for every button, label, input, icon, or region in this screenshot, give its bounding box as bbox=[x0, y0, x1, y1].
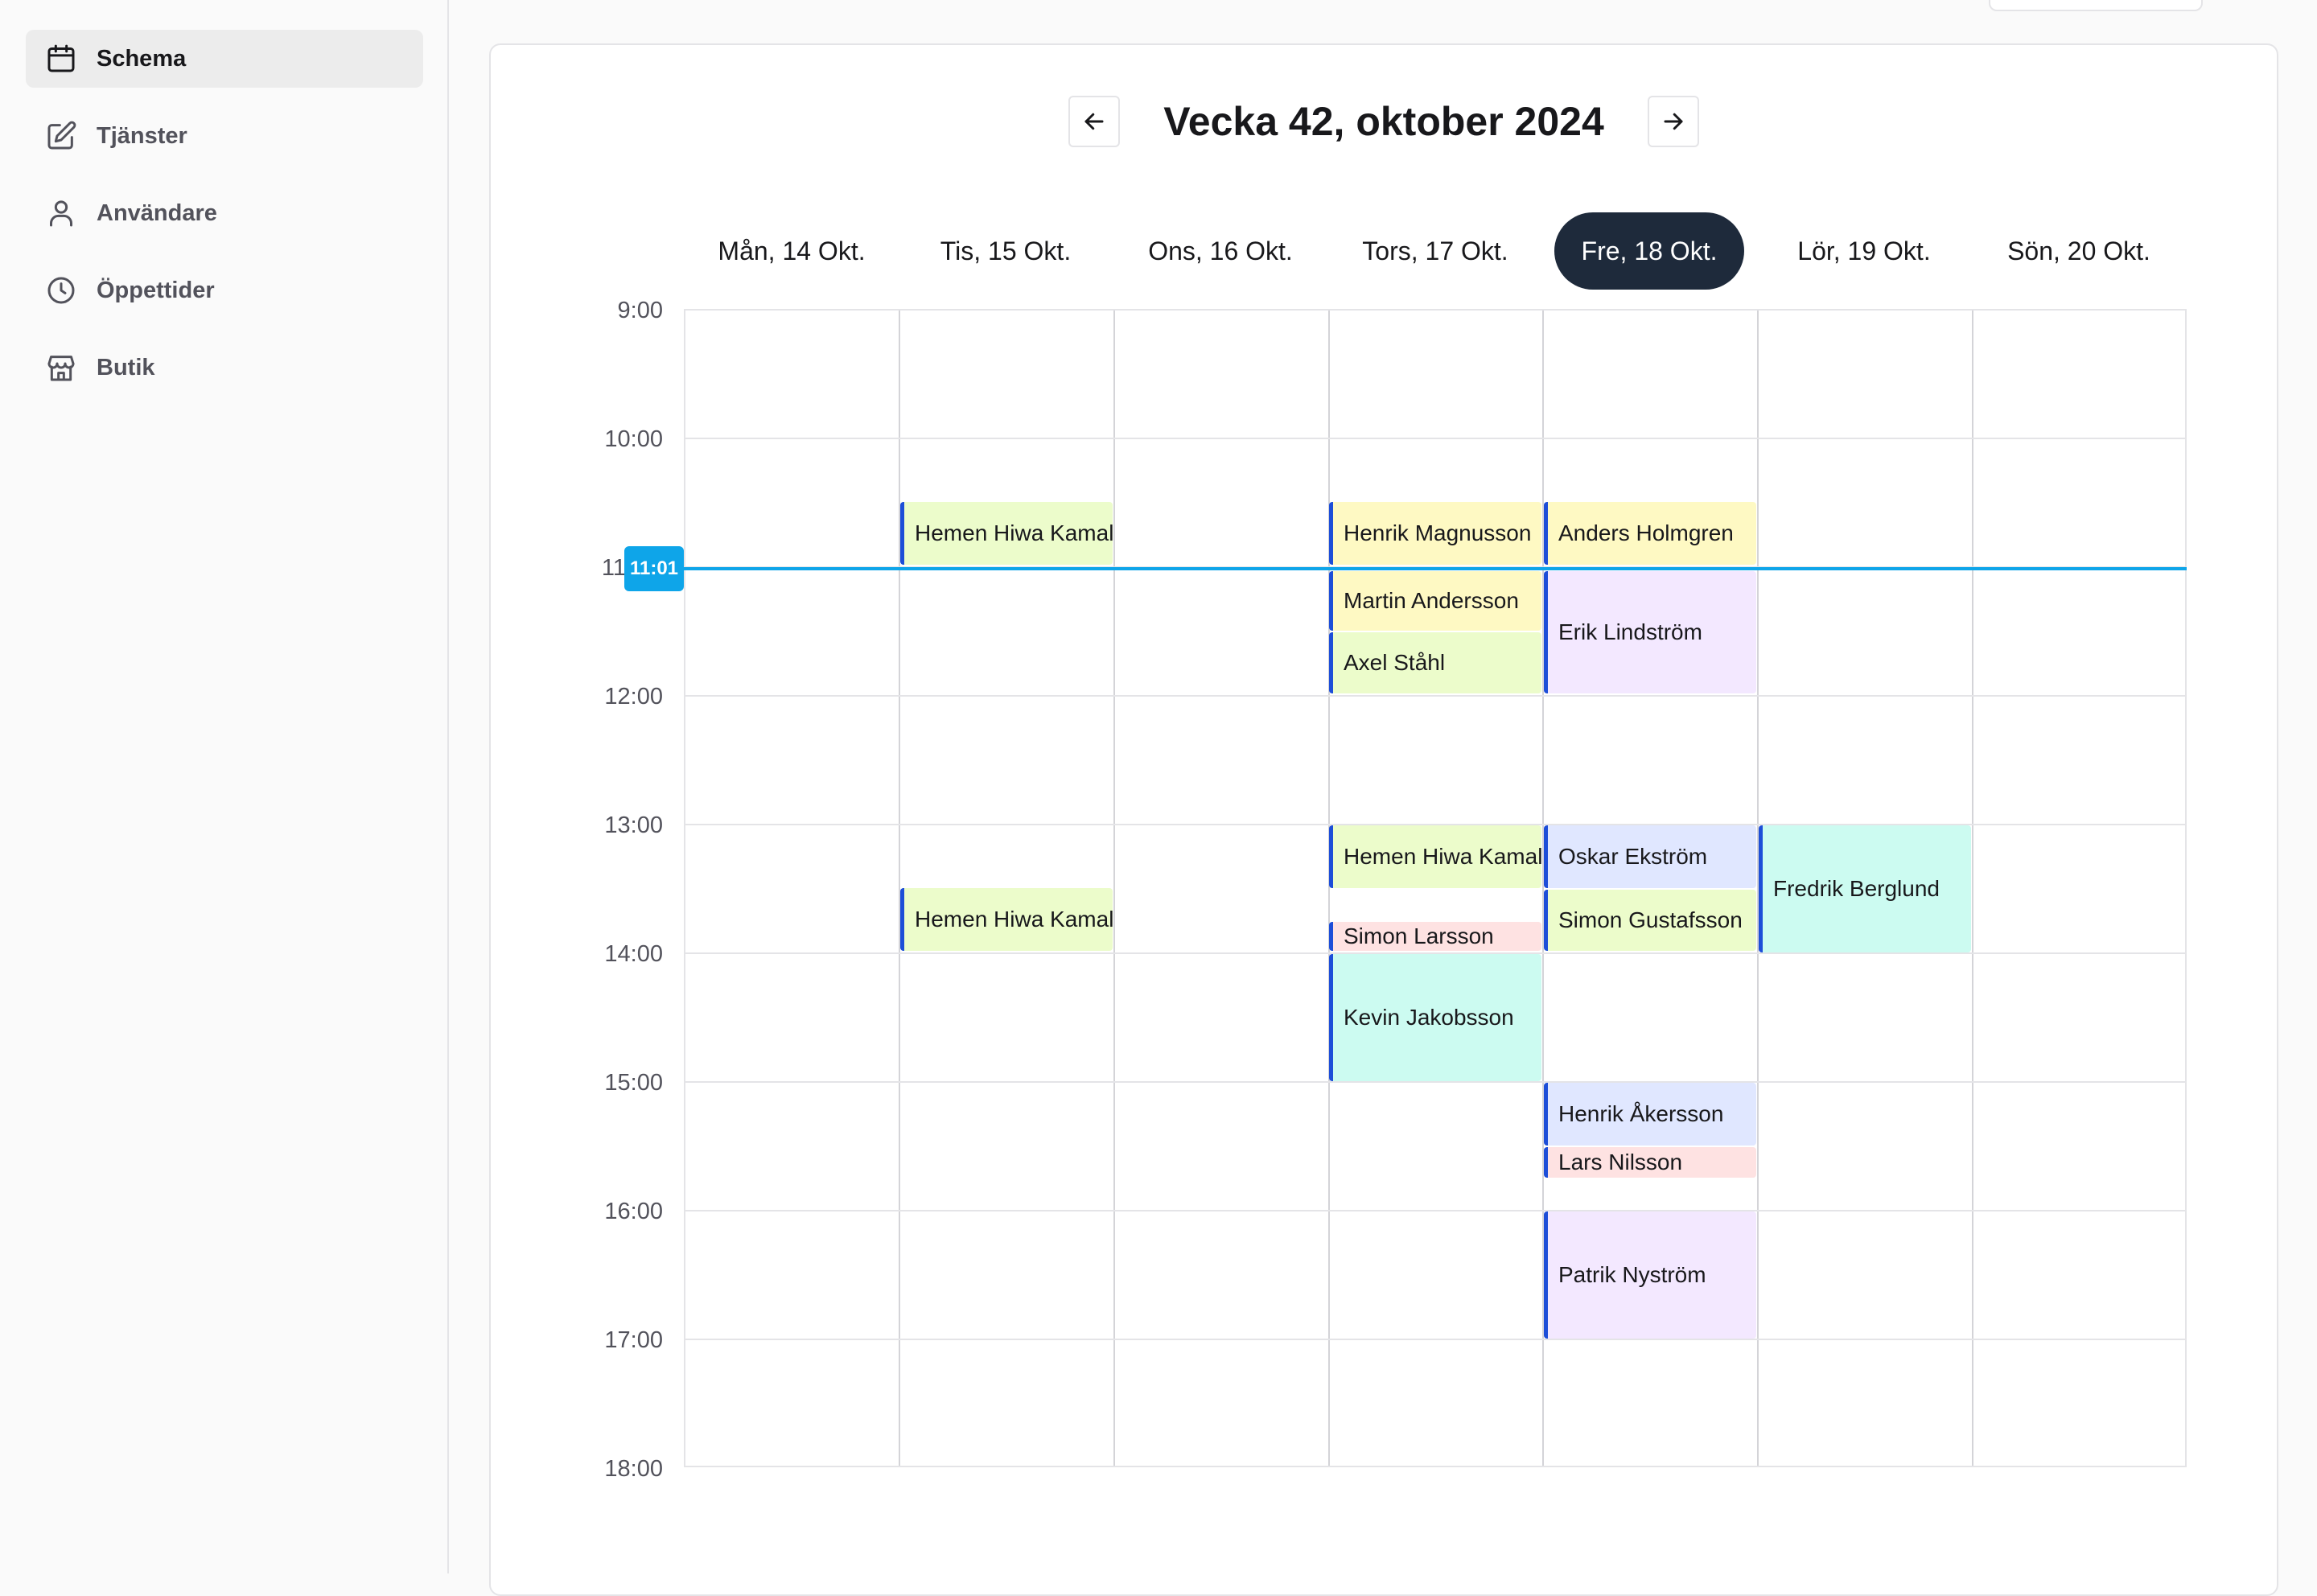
day-header-mon[interactable]: Mån, 14 Okt. bbox=[697, 212, 887, 290]
hour-label: 14:00 bbox=[604, 941, 663, 967]
next-week-button[interactable] bbox=[1648, 96, 1699, 147]
sidebar-item-label: Butik bbox=[97, 354, 155, 380]
appointment-event[interactable]: Hemen Hiwa Kamal bbox=[900, 888, 1113, 951]
sidebar-item-label: Öppettider bbox=[97, 277, 215, 303]
hour-label: 12:00 bbox=[604, 684, 663, 710]
appointment-event[interactable]: Henrik Magnusson bbox=[1329, 502, 1541, 565]
header-control-partial[interactable] bbox=[1989, 0, 2203, 11]
grid-hour-line bbox=[685, 1210, 2185, 1211]
hour-label: 16:00 bbox=[604, 1199, 663, 1224]
appointment-event[interactable]: Lars Nilsson bbox=[1544, 1147, 1756, 1178]
hour-label: 11 bbox=[601, 555, 626, 581]
sidebar-item-label: Tjänster bbox=[97, 122, 187, 149]
appointment-event[interactable]: Hemen Hiwa Kamal bbox=[1329, 825, 1541, 888]
grid-hour-line bbox=[685, 1339, 2185, 1340]
grid-hour-line bbox=[685, 695, 2185, 697]
calendar-icon bbox=[45, 43, 77, 75]
sidebar-item-schema[interactable]: Schema bbox=[26, 30, 423, 88]
hour-label: 17:00 bbox=[604, 1327, 663, 1353]
sidebar: Schema Tjänster Användare Öppettider But… bbox=[0, 0, 449, 1573]
appointment-event[interactable]: Henrik Åkersson bbox=[1544, 1083, 1756, 1146]
week-title: Vecka 42, oktober 2024 bbox=[1163, 99, 1604, 144]
current-time-line bbox=[684, 567, 2187, 570]
sidebar-item-anvandare[interactable]: Användare bbox=[26, 184, 423, 242]
hour-label: 9:00 bbox=[617, 298, 663, 323]
grid-hour-line bbox=[685, 1081, 2185, 1083]
arrow-left-icon bbox=[1082, 109, 1106, 134]
appointment-event[interactable]: Anders Holmgren bbox=[1544, 502, 1756, 565]
day-header-sat[interactable]: Lör, 19 Okt. bbox=[1769, 212, 1959, 290]
appointment-event[interactable]: Patrik Nyström bbox=[1544, 1211, 1756, 1339]
sidebar-item-oppettider[interactable]: Öppettider bbox=[26, 261, 423, 319]
current-time-badge: 11:01 bbox=[624, 546, 684, 591]
appointment-event[interactable]: Simon Larsson bbox=[1329, 922, 1541, 951]
day-header-tue[interactable]: Tis, 15 Okt. bbox=[911, 212, 1101, 290]
appointment-event[interactable]: Erik Lindström bbox=[1544, 571, 1756, 693]
sidebar-item-tjanster[interactable]: Tjänster bbox=[26, 107, 423, 165]
day-header-sun[interactable]: Sön, 20 Okt. bbox=[1984, 212, 2174, 290]
hour-label: 18:00 bbox=[604, 1456, 663, 1482]
hour-label: 13:00 bbox=[604, 812, 663, 838]
sidebar-item-label: Användare bbox=[97, 200, 217, 226]
grid-column-line bbox=[1972, 311, 1973, 1466]
grid-column-line bbox=[1328, 311, 1330, 1466]
appointment-event[interactable]: Oskar Ekström bbox=[1544, 825, 1756, 888]
appointment-event[interactable]: Kevin Jakobsson bbox=[1329, 954, 1541, 1081]
sidebar-item-butik[interactable]: Butik bbox=[26, 339, 423, 397]
edit-icon bbox=[45, 120, 77, 152]
sidebar-item-label: Schema bbox=[97, 45, 187, 72]
clock-icon bbox=[45, 274, 77, 306]
appointment-event[interactable]: Axel Ståhl bbox=[1329, 632, 1541, 693]
day-header-wed[interactable]: Ons, 16 Okt. bbox=[1126, 212, 1315, 290]
grid-hour-line bbox=[685, 438, 2185, 439]
day-header-thu[interactable]: Tors, 17 Okt. bbox=[1340, 212, 1530, 290]
grid-column-line bbox=[899, 311, 900, 1466]
appointment-event[interactable]: Simon Gustafsson bbox=[1544, 890, 1756, 951]
appointment-event[interactable]: Martin Andersson bbox=[1329, 571, 1541, 631]
hour-label: 10:00 bbox=[604, 426, 663, 452]
appointment-event[interactable]: Hemen Hiwa Kamal bbox=[900, 502, 1113, 565]
appointment-event[interactable]: Fredrik Berglund bbox=[1759, 825, 1971, 952]
store-icon bbox=[45, 352, 77, 384]
day-header-fri-selected[interactable]: Fre, 18 Okt. bbox=[1554, 212, 1744, 290]
user-icon bbox=[45, 197, 77, 229]
grid-column-line bbox=[1113, 311, 1115, 1466]
arrow-right-icon bbox=[1661, 109, 1685, 134]
hour-label: 15:00 bbox=[604, 1070, 663, 1096]
